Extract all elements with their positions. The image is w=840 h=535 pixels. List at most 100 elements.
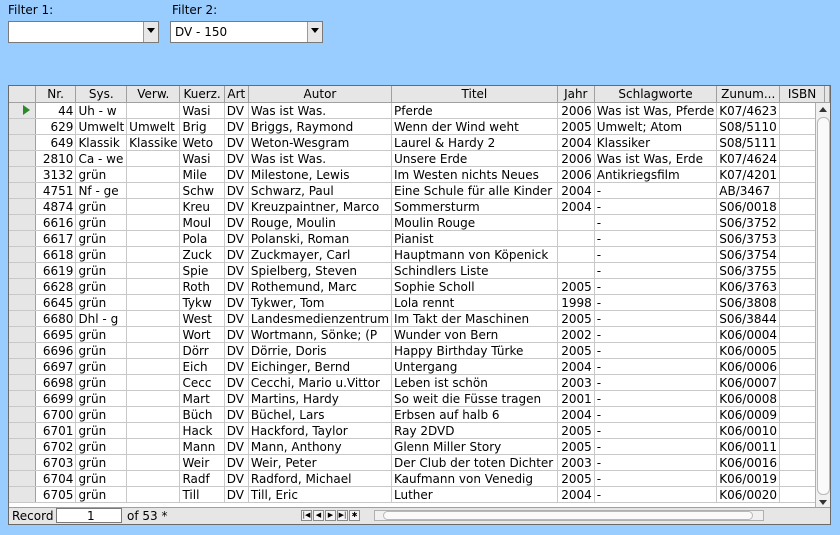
row-selector[interactable] [9,326,36,343]
table-cell[interactable]: Klassik [75,134,128,151]
table-cell[interactable]: 6698 [35,374,77,391]
table-cell[interactable]: 2001 [557,390,595,407]
table-cell[interactable]: 6617 [35,230,77,247]
table-row[interactable]: 6699 grün Mart DV Martins, Hardy So weit die … [9,390,830,407]
table-cell[interactable]: Schwarz, Paul [248,182,393,199]
table-cell[interactable]: grün [75,214,128,231]
table-cell[interactable]: West [179,310,225,327]
table-cell[interactable]: Pola [179,230,225,247]
table-cell[interactable]: DV [224,326,249,343]
table-cell[interactable]: Mann [179,438,225,455]
table-cell[interactable]: DV [224,182,249,199]
table-cell[interactable]: DV [224,342,249,359]
table-cell[interactable]: S06/3844 [716,310,781,327]
table-cell[interactable]: K06/0005 [716,342,781,359]
table-cell[interactable]: - [594,486,718,503]
table-cell[interactable] [126,278,181,295]
row-selector[interactable] [9,134,36,151]
table-cell[interactable]: - [594,454,718,471]
scroll-down-icon[interactable] [819,500,827,505]
table-cell[interactable]: - [594,374,718,391]
next-record-icon[interactable]: ▶ [325,510,336,521]
table-cell[interactable]: Sommersturm [391,198,558,215]
row-selector[interactable] [9,374,36,391]
row-selector[interactable] [9,118,36,135]
table-row[interactable]: 6697 grün Eich DV Eichinger, Bernd Untergang 2… [9,358,830,375]
scroll-up-icon[interactable] [819,107,827,112]
table-row[interactable]: 4874 grün Kreu DV Kreuzpaintner, Marco Sommer… [9,198,830,215]
table-cell[interactable] [126,150,181,167]
table-cell[interactable]: K06/0020 [716,486,781,503]
table-cell[interactable]: 6696 [35,342,77,359]
table-row[interactable]: 6703 grün Weir DV Weir, Peter Der Club der to… [9,454,830,471]
table-cell[interactable]: DV [224,230,249,247]
table-cell[interactable]: Hauptmann von Köpenick [391,246,558,263]
table-cell[interactable] [126,166,181,183]
table-cell[interactable]: Till, Eric [248,486,393,503]
table-cell[interactable]: 2005 [557,422,595,439]
filter-1-dropdown-button[interactable] [143,22,158,42]
table-cell[interactable]: Im Westen nichts Neues [391,166,558,183]
table-cell[interactable]: 6616 [35,214,77,231]
table-cell[interactable]: 2005 [557,470,595,487]
table-cell[interactable]: K06/0016 [716,454,781,471]
table-row[interactable]: 2810 Ca - we Wasi DV Was ist Was. Unsere Erde… [9,150,830,167]
table-cell[interactable]: Was ist Was, Pferde [594,102,718,119]
column-header[interactable]: Schlagworte [594,86,718,103]
last-record-icon[interactable]: ▶| [337,510,348,521]
table-cell[interactable]: 3132 [35,166,77,183]
table-cell[interactable]: DV [224,294,249,311]
table-cell[interactable]: - [594,294,718,311]
table-cell[interactable] [126,358,181,375]
table-cell[interactable]: K06/0011 [716,438,781,455]
table-cell[interactable]: Till [179,486,225,503]
table-cell[interactable]: Was ist Was. [248,150,393,167]
table-cell[interactable]: K06/0008 [716,390,781,407]
table-cell[interactable]: Unsere Erde [391,150,558,167]
table-cell[interactable]: DV [224,470,249,487]
table-cell[interactable]: Was ist Was, Erde [594,150,718,167]
column-header[interactable]: Titel [391,86,558,103]
table-cell[interactable]: 6703 [35,454,77,471]
table-cell[interactable]: 2005 [557,438,595,455]
table-cell[interactable]: DV [224,454,249,471]
table-row[interactable]: 6616 grün Moul DV Rouge, Moulin Moulin Rouge -… [9,214,830,231]
table-row[interactable]: 44 Uh - w Wasi DV Was ist Was. Pferde 2006 Was … [9,102,830,119]
row-selector[interactable] [9,214,36,231]
row-selector-header[interactable] [9,86,36,103]
table-cell[interactable]: Zuck [179,246,225,263]
table-row[interactable]: 6704 grün Radf DV Radford, Michael Kaufmann v… [9,470,830,487]
table-cell[interactable] [126,390,181,407]
table-cell[interactable]: DV [224,374,249,391]
column-header[interactable]: Zunum... [716,86,781,103]
table-cell[interactable]: grün [75,342,128,359]
table-cell[interactable]: Hackford, Taylor [248,422,393,439]
table-cell[interactable]: DV [224,166,249,183]
table-cell[interactable]: Ca - we [75,150,128,167]
table-cell[interactable]: DV [224,406,249,423]
table-cell[interactable]: K07/4624 [716,150,781,167]
table-cell[interactable]: grün [75,374,128,391]
column-header[interactable]: Autor [248,86,393,103]
table-cell[interactable]: - [594,246,718,263]
table-cell[interactable]: 6701 [35,422,77,439]
table-cell[interactable]: DV [224,118,249,135]
table-cell[interactable]: - [594,422,718,439]
table-cell[interactable]: DV [224,422,249,439]
table-cell[interactable]: Radford, Michael [248,470,393,487]
table-cell[interactable] [126,262,181,279]
table-cell[interactable]: So weit die Füsse tragen [391,390,558,407]
table-row[interactable]: 6695 grün Wort DV Wortmann, Sönke; (P Wunder … [9,326,830,343]
table-cell[interactable]: 2002 [557,326,595,343]
table-cell[interactable]: Weir [179,454,225,471]
table-cell[interactable]: 6705 [35,486,77,503]
table-cell[interactable]: K06/0007 [716,374,781,391]
table-cell[interactable]: - [594,262,718,279]
table-cell[interactable]: S06/0018 [716,198,781,215]
table-cell[interactable]: - [594,278,718,295]
table-cell[interactable]: Spielberg, Steven [248,262,393,279]
table-cell[interactable]: Was ist Was. [248,102,393,119]
table-cell[interactable]: - [594,438,718,455]
table-cell[interactable]: - [594,390,718,407]
table-cell[interactable]: Kreuzpaintner, Marco [248,198,393,215]
